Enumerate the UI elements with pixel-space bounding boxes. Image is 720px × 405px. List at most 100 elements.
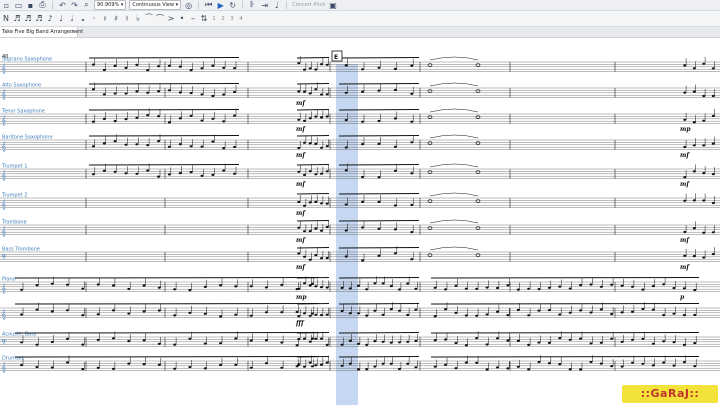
notehead[interactable] bbox=[297, 252, 301, 255]
tie-icon[interactable]: ⁀ bbox=[145, 14, 153, 24]
accent-icon[interactable]: > bbox=[167, 14, 175, 24]
notehead[interactable] bbox=[314, 68, 318, 71]
notehead[interactable] bbox=[188, 289, 192, 292]
notehead[interactable] bbox=[599, 362, 603, 365]
notehead[interactable] bbox=[20, 288, 24, 291]
notehead[interactable] bbox=[146, 91, 150, 94]
staff-label[interactable]: Tenor Saxophone bbox=[1, 109, 45, 115]
notehead[interactable] bbox=[303, 141, 306, 144]
notehead[interactable] bbox=[96, 283, 100, 286]
notehead[interactable] bbox=[142, 339, 146, 342]
notehead[interactable] bbox=[537, 309, 541, 312]
notehead[interactable] bbox=[219, 315, 223, 318]
notehead[interactable] bbox=[297, 338, 301, 341]
notehead[interactable] bbox=[568, 338, 572, 341]
notehead[interactable] bbox=[389, 285, 393, 288]
notehead[interactable] bbox=[325, 286, 329, 289]
notehead[interactable] bbox=[589, 283, 593, 286]
notehead[interactable] bbox=[406, 362, 410, 365]
notehead[interactable] bbox=[393, 145, 397, 148]
whole-note-icon[interactable]: 𝅝 bbox=[79, 14, 87, 24]
notehead[interactable] bbox=[112, 284, 115, 287]
natural-icon[interactable]: ♮ bbox=[123, 14, 131, 24]
notehead[interactable] bbox=[547, 309, 551, 312]
notehead[interactable] bbox=[325, 313, 329, 316]
staff-label[interactable]: Acoustic Bass bbox=[2, 332, 37, 338]
notehead[interactable] bbox=[325, 93, 329, 96]
notehead[interactable] bbox=[381, 362, 385, 365]
notehead[interactable] bbox=[20, 364, 24, 367]
notehead[interactable] bbox=[377, 200, 381, 203]
notehead[interactable] bbox=[189, 69, 193, 72]
notehead[interactable] bbox=[464, 314, 468, 317]
notehead[interactable] bbox=[393, 67, 397, 71]
notehead[interactable] bbox=[651, 308, 655, 311]
notehead[interactable] bbox=[135, 90, 139, 93]
tenuto-icon[interactable]: – bbox=[189, 14, 197, 24]
notehead[interactable] bbox=[303, 204, 306, 207]
notehead[interactable] bbox=[211, 117, 215, 120]
notehead[interactable] bbox=[249, 366, 253, 369]
notehead[interactable] bbox=[157, 140, 161, 143]
notehead[interactable] bbox=[157, 115, 161, 118]
notehead[interactable] bbox=[433, 339, 437, 342]
notehead[interactable] bbox=[547, 362, 551, 365]
notehead[interactable] bbox=[475, 314, 479, 317]
notehead[interactable] bbox=[308, 361, 312, 364]
notehead[interactable] bbox=[264, 362, 268, 365]
notehead[interactable] bbox=[414, 366, 418, 369]
notehead[interactable] bbox=[454, 311, 458, 314]
staff-label[interactable]: Bass Trombone bbox=[2, 247, 40, 253]
notehead[interactable] bbox=[280, 341, 284, 344]
notehead[interactable] bbox=[157, 65, 161, 68]
notehead[interactable] bbox=[297, 200, 301, 204]
notehead[interactable] bbox=[365, 343, 369, 346]
notehead[interactable] bbox=[579, 309, 583, 312]
staccato-icon[interactable]: • bbox=[178, 14, 186, 24]
notehead[interactable] bbox=[203, 342, 207, 345]
voice-3-button[interactable]: 3 bbox=[229, 16, 235, 22]
notehead[interactable] bbox=[393, 252, 397, 255]
notehead[interactable] bbox=[381, 340, 385, 343]
score-tab[interactable]: Take Five Big Band Arrangement × bbox=[0, 27, 83, 37]
notehead[interactable] bbox=[297, 363, 301, 366]
notehead[interactable] bbox=[308, 201, 312, 204]
notehead[interactable] bbox=[361, 143, 365, 146]
notehead[interactable] bbox=[297, 118, 301, 121]
notehead[interactable] bbox=[579, 368, 583, 371]
notehead[interactable] bbox=[222, 66, 226, 69]
zoom-icon[interactable]: ⌕ bbox=[82, 0, 91, 10]
notehead[interactable] bbox=[303, 255, 306, 258]
notehead[interactable] bbox=[320, 286, 323, 289]
notehead[interactable] bbox=[167, 121, 171, 124]
notehead[interactable] bbox=[454, 367, 458, 370]
notehead[interactable] bbox=[527, 314, 531, 317]
notehead[interactable] bbox=[348, 339, 352, 342]
notehead[interactable] bbox=[377, 89, 381, 92]
notehead[interactable] bbox=[20, 341, 24, 344]
notehead[interactable] bbox=[297, 226, 301, 229]
notehead[interactable] bbox=[389, 341, 393, 344]
notehead[interactable] bbox=[112, 337, 115, 340]
notehead[interactable] bbox=[377, 142, 381, 145]
notehead[interactable] bbox=[325, 202, 329, 205]
notehead[interactable] bbox=[249, 314, 253, 317]
notehead[interactable] bbox=[113, 64, 117, 67]
notehead[interactable] bbox=[373, 309, 377, 312]
notehead[interactable] bbox=[189, 145, 193, 148]
notehead[interactable] bbox=[537, 341, 541, 344]
staff-label[interactable]: Baritone Saxophone bbox=[2, 135, 53, 141]
notehead[interactable] bbox=[373, 365, 377, 368]
flip-direction-icon[interactable]: ⇅ bbox=[200, 14, 208, 24]
notehead[interactable] bbox=[454, 284, 458, 287]
notehead[interactable] bbox=[200, 67, 204, 70]
notehead[interactable] bbox=[314, 337, 318, 340]
notehead[interactable] bbox=[157, 286, 161, 289]
notehead[interactable] bbox=[146, 114, 150, 117]
notehead[interactable] bbox=[537, 288, 541, 291]
notehead[interactable] bbox=[91, 120, 95, 123]
notehead[interactable] bbox=[589, 360, 593, 364]
notehead[interactable] bbox=[66, 337, 69, 340]
notehead[interactable] bbox=[200, 174, 204, 177]
notehead[interactable] bbox=[188, 366, 192, 369]
